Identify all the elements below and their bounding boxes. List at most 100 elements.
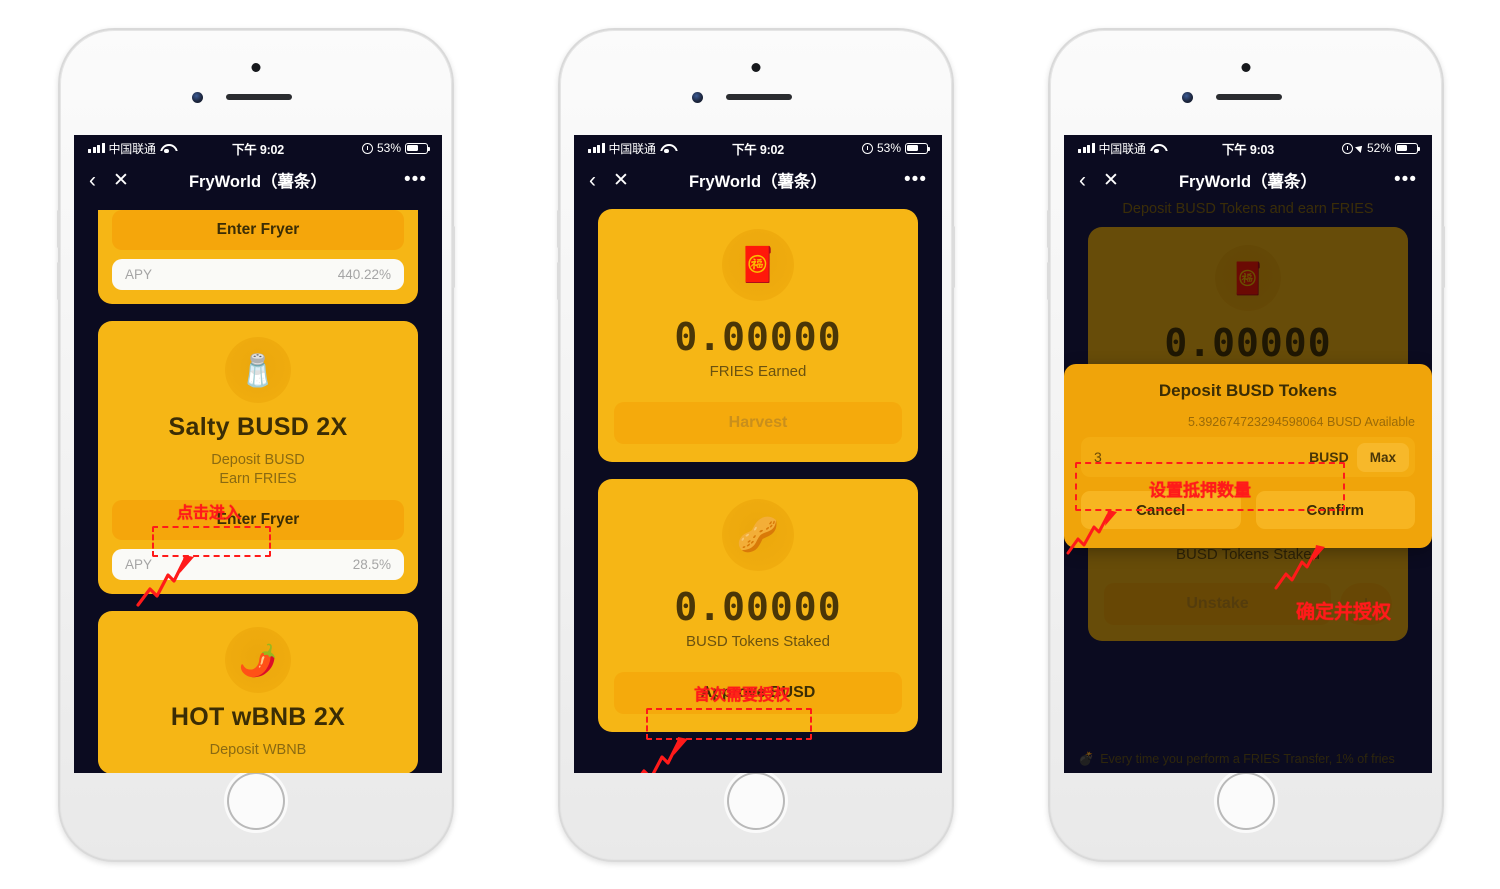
alarm-icon: [361, 142, 373, 154]
proximity-sensor-icon: [251, 63, 261, 72]
footer-note-text: Every time you perform a FRIES Transfer,…: [1100, 752, 1395, 766]
phone-3-screen: 中国联通 下午 9:03 52% ‹ ✕ FryWorld（薯条） ••• De…: [1064, 135, 1432, 773]
volume-down-button[interactable]: [57, 262, 60, 300]
signal-icon: [588, 143, 605, 153]
home-button[interactable]: [1217, 772, 1275, 830]
volume-down-button[interactable]: [557, 262, 560, 300]
pool-card-hot-wbnb[interactable]: 🌶️ HOT wBNB 2X Deposit WBNB: [98, 611, 418, 773]
fries-earned-value: 0.00000: [1164, 321, 1332, 365]
carrier-label: 中国联通: [1098, 141, 1146, 156]
phone-3-content: Deposit BUSD Tokens and earn FRIES 🧧 0.0…: [1064, 199, 1432, 773]
earpiece-speaker: [226, 94, 292, 100]
proximity-sensor-icon: [1241, 63, 1251, 72]
battery-icon: [905, 142, 931, 154]
red-envelope-icon: 🧧: [722, 229, 794, 301]
busd-staked-label: BUSD Tokens Staked: [686, 633, 830, 650]
more-icon[interactable]: •••: [404, 170, 427, 190]
back-icon[interactable]: ‹: [589, 170, 596, 191]
enter-fryer-button[interactable]: Enter Fryer: [112, 500, 404, 541]
add-stake-button[interactable]: +: [1340, 583, 1392, 625]
apy-bar: APY 440.22%: [112, 259, 404, 290]
token-unit-label: BUSD: [1309, 449, 1349, 465]
deposit-description: Deposit BUSD Tokens and earn FRIES: [1122, 201, 1374, 217]
status-bar: 中国联通 下午 9:02 53%: [74, 135, 442, 161]
phone-1-content: Enter Fryer APY 440.22% 🧂 Salty BUSD 2X …: [74, 199, 442, 773]
more-icon[interactable]: •••: [1394, 170, 1417, 190]
modal-actions: Cancel Confirm: [1081, 491, 1415, 529]
cancel-button[interactable]: Cancel: [1081, 491, 1241, 529]
busd-staked-label: BUSD Tokens Staked: [1176, 546, 1320, 563]
peanut-emoji: 🥜: [736, 516, 780, 554]
apy-label: APY: [125, 557, 153, 573]
volume-up-button[interactable]: [557, 210, 560, 248]
phone-1-screen: 中国联通 下午 9:02 53% ‹ ✕ FryWorld（薯条） ••• En…: [74, 135, 442, 773]
apy-value: 440.22%: [337, 267, 391, 282]
deposit-amount-input[interactable]: 3: [1094, 449, 1102, 465]
wifi-icon: [160, 143, 174, 154]
nav-bar: ‹ ✕ FryWorld（薯条） •••: [74, 161, 442, 199]
power-button[interactable]: [952, 226, 955, 288]
harvest-button[interactable]: Harvest: [614, 402, 902, 444]
earpiece-speaker: [1216, 94, 1282, 100]
home-button[interactable]: [227, 772, 285, 830]
status-bar: 中国联通 下午 9:02 53%: [574, 135, 942, 161]
pool-card-salty-busd[interactable]: 🧂 Salty BUSD 2X Deposit BUSD Earn FRIES …: [98, 321, 418, 595]
back-icon[interactable]: ‹: [1079, 170, 1086, 191]
volume-up-button[interactable]: [57, 210, 60, 248]
phone-3-device: 中国联通 下午 9:03 52% ‹ ✕ FryWorld（薯条） ••• De…: [1047, 28, 1445, 862]
deposit-modal: Deposit BUSD Tokens 5.392674723294598064…: [1064, 364, 1432, 548]
pool-subtitle: Deposit BUSD Earn FRIES: [112, 451, 404, 489]
close-icon[interactable]: ✕: [113, 171, 129, 190]
back-icon[interactable]: ‹: [89, 170, 96, 191]
red-envelope-icon: 🧧: [1215, 245, 1281, 311]
hot-pepper-emoji: 🌶️: [238, 642, 278, 678]
approve-busd-button[interactable]: Approve BUSD: [614, 672, 902, 714]
earpiece-speaker: [726, 94, 792, 100]
fries-earned-value: 0.00000: [674, 315, 842, 359]
nav-bar: ‹ ✕ FryWorld（薯条） •••: [574, 161, 942, 199]
deposit-amount-row[interactable]: 3 BUSD Max: [1081, 437, 1415, 477]
close-icon[interactable]: ✕: [613, 171, 629, 190]
unstake-row: Unstake +: [1104, 583, 1392, 625]
signal-icon: [1078, 143, 1095, 153]
salt-shaker-icon: 🧂: [225, 337, 291, 403]
battery-icon: [1395, 142, 1421, 154]
status-bar: 中国联通 下午 9:03 52%: [1064, 135, 1432, 161]
pool-subtitle: Deposit WBNB: [112, 741, 404, 760]
home-button[interactable]: [727, 772, 785, 830]
modal-title: Deposit BUSD Tokens: [1158, 381, 1338, 400]
volume-down-button[interactable]: [1047, 262, 1050, 300]
status-right: 52%: [1341, 141, 1421, 155]
pool-title: Salty BUSD 2X: [168, 413, 348, 441]
enter-fryer-button[interactable]: Enter Fryer: [112, 210, 404, 250]
carrier-label: 中国联通: [608, 141, 656, 156]
signal-icon: [88, 143, 105, 153]
close-icon[interactable]: ✕: [1103, 171, 1119, 190]
more-icon[interactable]: •••: [904, 170, 927, 190]
power-button[interactable]: [1442, 226, 1445, 288]
battery-percent: 53%: [876, 141, 901, 155]
power-button[interactable]: [452, 226, 455, 288]
unstake-button[interactable]: Unstake: [1104, 583, 1331, 625]
max-button[interactable]: Max: [1356, 442, 1409, 472]
proximity-sensor-icon: [751, 63, 761, 72]
red-envelope-emoji: 🧧: [736, 246, 780, 284]
volume-up-button[interactable]: [1047, 210, 1050, 248]
salt-shaker-emoji: 🧂: [238, 352, 278, 388]
phone-2-content: 🧧 0.00000 FRIES Earned Harvest 🥜 0.00000…: [574, 199, 942, 773]
page-title: FryWorld（薯条）: [188, 173, 328, 191]
status-right: 53%: [361, 141, 431, 155]
pool-sub-line-1: Deposit BUSD: [211, 452, 305, 468]
alarm-icon: [1341, 142, 1353, 154]
red-envelope-emoji: 🧧: [1228, 260, 1268, 296]
wifi-icon: [1150, 143, 1164, 154]
nav-bar: ‹ ✕ FryWorld（薯条） •••: [1064, 161, 1432, 199]
peanut-icon: 🥜: [722, 499, 794, 571]
apy-value: 28.5%: [352, 557, 391, 573]
battery-percent: 53%: [376, 141, 401, 155]
status-right: 53%: [861, 141, 931, 155]
status-left: 中国联通: [88, 140, 174, 157]
location-arrow-icon: [1355, 143, 1365, 153]
confirm-button[interactable]: Confirm: [1255, 491, 1415, 529]
fries-earned-card: 🧧 0.00000 FRIES Earned Harvest: [598, 209, 918, 462]
